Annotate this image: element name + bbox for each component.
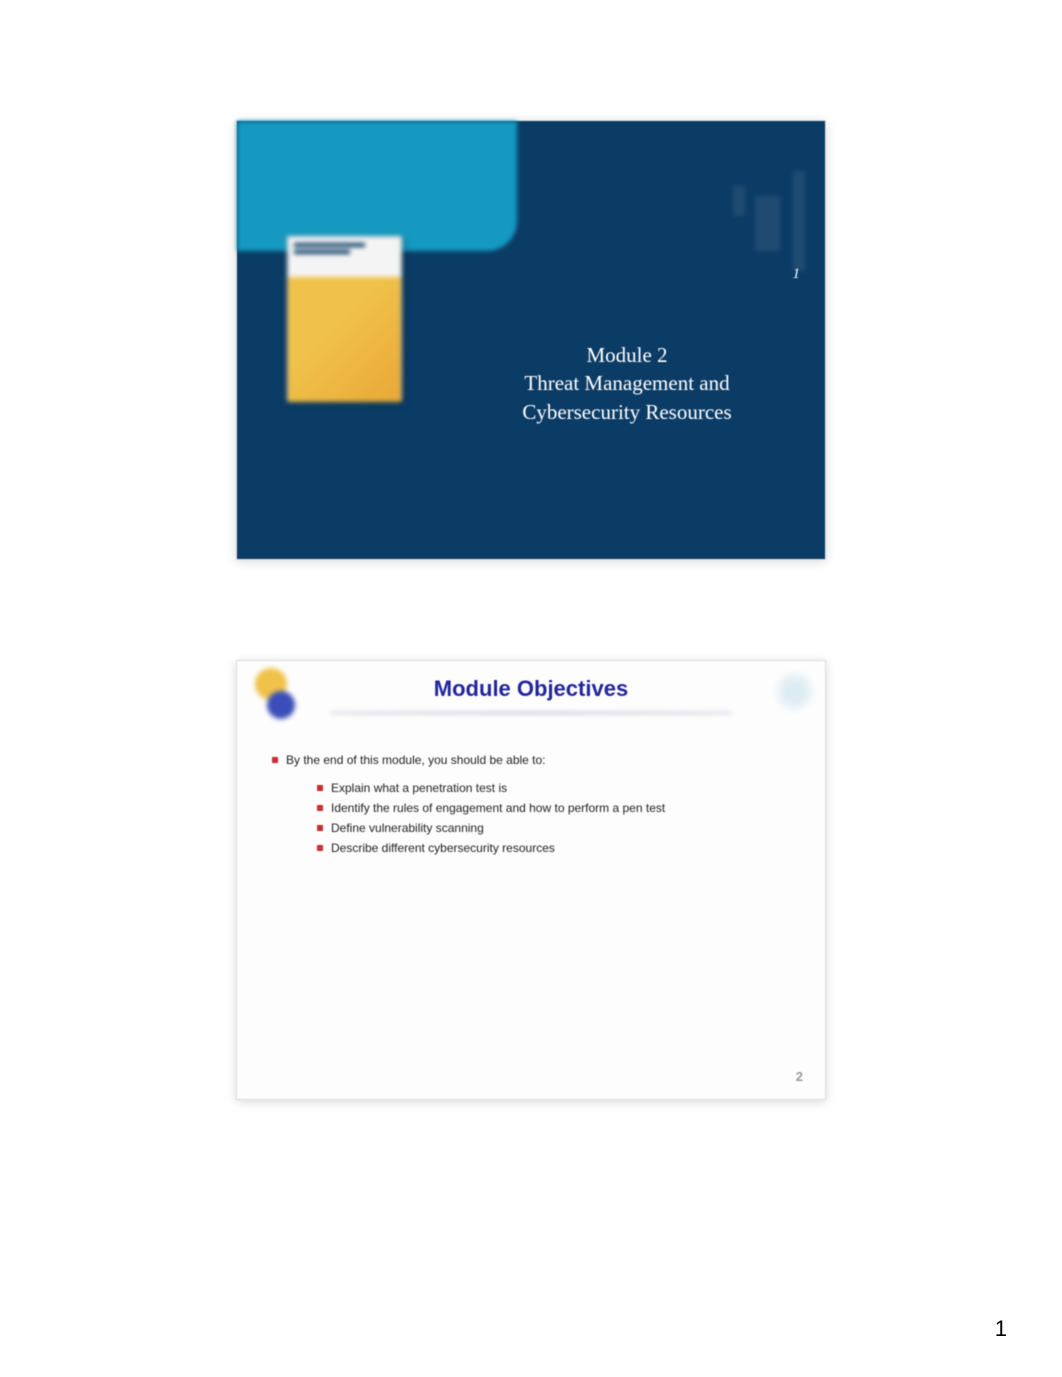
objective-text: Explain what a penetration test is [331, 779, 507, 797]
book-cover-image [287, 236, 402, 401]
decorative-bars-icon [665, 161, 805, 271]
list-item: Describe different cybersecurity resourc… [317, 839, 790, 857]
bullet-icon [317, 825, 323, 831]
objective-text: Identify the rules of engagement and how… [331, 799, 665, 817]
accent-shape [237, 121, 517, 251]
title-line-2: Threat Management and [467, 369, 787, 397]
title-line-3: Cybersecurity Resources [467, 398, 787, 426]
bullet-icon [272, 757, 278, 763]
slide-number: 1 [793, 266, 801, 283]
header-divider [331, 712, 731, 714]
objective-text: Describe different cybersecurity resourc… [331, 839, 555, 857]
bullet-icon [317, 805, 323, 811]
slide-content: By the end of this module, you should be… [237, 726, 825, 884]
document-page: 1 Module 2 Threat Management and Cyberse… [0, 0, 1062, 1377]
slide-1: 1 Module 2 Threat Management and Cyberse… [236, 120, 826, 560]
objective-text: Define vulnerability scanning [331, 819, 484, 837]
slide-number: 2 [796, 1069, 803, 1084]
bullet-icon [317, 845, 323, 851]
spheres-icon [247, 666, 302, 721]
intro-line: By the end of this module, you should be… [272, 751, 790, 769]
intro-text: By the end of this module, you should be… [286, 751, 546, 769]
list-item: Explain what a penetration test is [317, 779, 790, 797]
slide-header-title: Module Objectives [237, 676, 825, 702]
objectives-list: Explain what a penetration test is Ident… [272, 779, 790, 857]
title-line-1: Module 2 [467, 341, 787, 369]
slide-title: Module 2 Threat Management and Cybersecu… [467, 341, 787, 426]
slide-header: Module Objectives [237, 661, 825, 726]
page-number: 1 [995, 1316, 1007, 1342]
globe-icon [772, 669, 817, 714]
slide-2: Module Objectives By the end of this mod… [236, 660, 826, 1100]
list-item: Define vulnerability scanning [317, 819, 790, 837]
bullet-icon [317, 785, 323, 791]
list-item: Identify the rules of engagement and how… [317, 799, 790, 817]
